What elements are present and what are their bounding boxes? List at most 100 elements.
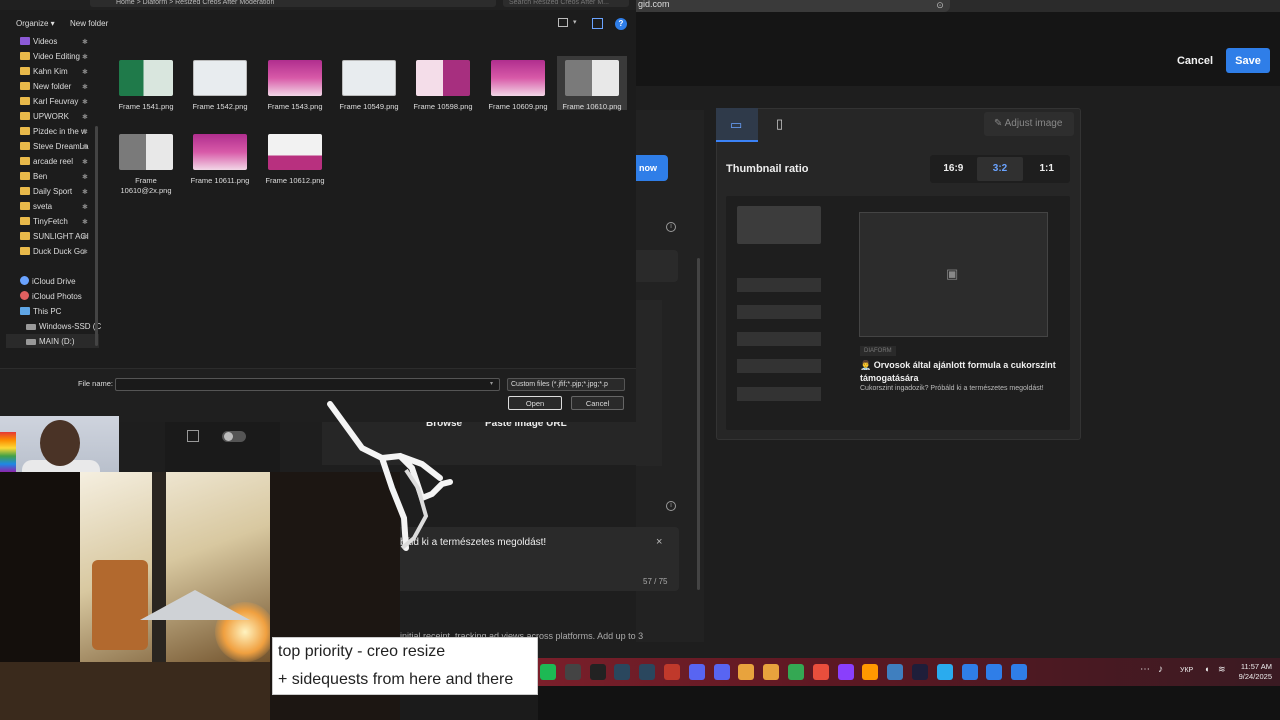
nav-item[interactable]: Windows-SSD (C	[26, 320, 102, 334]
file-name-input[interactable]	[115, 378, 500, 391]
pc-icon	[20, 307, 30, 315]
opera-icon[interactable]	[664, 664, 680, 680]
info-icon[interactable]: i	[666, 501, 676, 511]
tool-icon[interactable]	[986, 664, 1003, 680]
file-name: Frame 10611.png	[190, 176, 250, 185]
new-folder-button[interactable]: New folder	[70, 19, 108, 28]
placeholder-bar	[737, 278, 821, 292]
editor-cancel-button[interactable]: Cancel	[1172, 50, 1218, 72]
nav-item[interactable]: This PC	[20, 305, 96, 319]
help-icon[interactable]: ?	[615, 18, 627, 30]
notepad-icon[interactable]	[887, 664, 904, 680]
tab-mobile[interactable]: ▯	[760, 108, 802, 142]
table-surface	[0, 662, 280, 720]
dialog-search-input[interactable]: Search Resized Creos After M...	[503, 0, 629, 7]
file-item[interactable]: Frame 10610.png	[557, 56, 627, 111]
tab-desktop[interactable]: ▭	[716, 108, 758, 142]
file-item[interactable]: Frame 1542.png	[185, 56, 255, 111]
discord-icon[interactable]	[713, 664, 730, 680]
figma-icon[interactable]	[812, 664, 829, 680]
clock-time[interactable]: 11:57 AM	[1234, 662, 1272, 671]
file-item[interactable]: Frame 10609.png	[483, 56, 553, 111]
form-field[interactable]	[636, 250, 678, 282]
now-button[interactable]: now	[636, 155, 668, 181]
network-icon[interactable]: ≋	[1218, 664, 1226, 675]
adjust-image-button[interactable]: ✎ Adjust image	[984, 112, 1074, 136]
file-thumbnail	[193, 134, 247, 170]
image-icon: ▣	[946, 266, 959, 281]
file-type-select[interactable]: Custom files (*.jfif;*.pjp;*.jpg;*.p	[507, 378, 625, 391]
editor-save-button[interactable]: Save	[1226, 48, 1270, 73]
placeholder-block	[737, 206, 821, 244]
file-item[interactable]: Frame 10612.png	[260, 130, 330, 185]
ratio-16-9[interactable]: 16:9	[930, 155, 977, 183]
microphone-icon[interactable]: ♪	[1158, 664, 1163, 675]
file-item[interactable]: Frame 1543.png	[260, 56, 330, 111]
clear-icon[interactable]: ×	[656, 536, 662, 548]
nav-item[interactable]: iCloud Drive	[20, 275, 96, 289]
notes-icon[interactable]	[564, 664, 581, 680]
steam-icon[interactable]	[589, 664, 606, 680]
dialog-cancel-button[interactable]: Cancel	[571, 396, 624, 410]
view-mode-icon[interactable]	[558, 18, 568, 27]
placeholder-bar	[737, 359, 821, 373]
volume-icon[interactable]: ◖	[1204, 664, 1209, 674]
file-thumbnail	[268, 60, 322, 96]
file-item[interactable]: Frame 10598.png	[408, 56, 478, 111]
address-bar[interactable]: gid.com	[636, 0, 950, 12]
placeholder-bar	[737, 387, 821, 401]
tool-icon[interactable]	[1011, 664, 1028, 680]
character-counter: 57 / 75	[643, 577, 668, 586]
file-thumbnail	[119, 60, 173, 96]
nav-item-label: Windows-SSD (C	[39, 322, 102, 331]
open-button[interactable]: Open	[508, 396, 562, 410]
steam-icon[interactable]	[639, 664, 656, 680]
pin-icon: ✱	[82, 84, 88, 91]
telegram-icon[interactable]	[936, 664, 953, 680]
dialog-path-bar[interactable]: Home > Diaform > Resized Creos After Mod…	[90, 0, 496, 7]
preview-pane-icon[interactable]	[592, 18, 603, 29]
drive-icon	[26, 339, 36, 345]
terminal-icon[interactable]	[912, 664, 928, 680]
nav-item[interactable]: iCloud Photos	[20, 290, 96, 304]
file-thumbnail	[491, 60, 545, 96]
folder-icon	[20, 67, 30, 75]
desktop-icon: ▭	[730, 117, 743, 132]
discord-icon[interactable]	[688, 664, 705, 680]
file-item[interactable]: Frame 10611.png	[185, 130, 255, 185]
messenger-icon[interactable]	[837, 664, 854, 680]
language-indicator[interactable]: УКР	[1180, 667, 1193, 674]
clock-date[interactable]: 9/24/2025	[1234, 672, 1272, 681]
steam-icon[interactable]	[614, 664, 631, 680]
file-name: Frame 10610@2x.png	[120, 176, 172, 195]
option-toggle[interactable]	[222, 431, 246, 442]
folder-icon	[20, 127, 30, 135]
chrome-icon[interactable]	[738, 664, 755, 680]
file-item[interactable]: Frame 1541.png	[111, 56, 181, 111]
chevron-down-icon[interactable]: ▾	[490, 380, 493, 387]
view-options-chevron-icon[interactable]: ▾	[573, 18, 577, 26]
file-name: Frame 10609.png	[488, 102, 548, 111]
nav-item[interactable]: MAIN (D:)	[26, 335, 102, 349]
nav-item-label: iCloud Photos	[32, 292, 82, 301]
form-scrollbar[interactable]	[697, 258, 700, 590]
pin-icon: ✱	[82, 219, 88, 226]
file-item[interactable]: Frame 10610@2x.png	[111, 130, 181, 195]
info-icon[interactable]: i	[666, 222, 676, 232]
ratio-1-1[interactable]: 1:1	[1023, 155, 1070, 183]
spotify-icon[interactable]	[540, 664, 556, 680]
sublime-icon[interactable]	[862, 664, 879, 680]
organize-button[interactable]: Organize ▾	[16, 19, 55, 28]
nav-scrollbar[interactable]	[95, 126, 98, 346]
chrome-icon[interactable]	[788, 664, 804, 680]
tool-icon[interactable]	[961, 664, 978, 680]
file-item[interactable]: Frame 10549.png	[334, 56, 404, 111]
option-checkbox[interactable]	[187, 430, 199, 442]
folder-icon	[20, 82, 30, 90]
caption-line-2: + sidequests from here and there	[278, 671, 514, 688]
extension-icon[interactable]: ⊙	[934, 0, 946, 10]
tray-overflow-icon[interactable]: ⋯	[1140, 664, 1150, 675]
chrome-icon[interactable]	[763, 664, 780, 680]
folder-icon	[20, 187, 30, 195]
ratio-3-2[interactable]: 3:2	[976, 157, 1024, 181]
